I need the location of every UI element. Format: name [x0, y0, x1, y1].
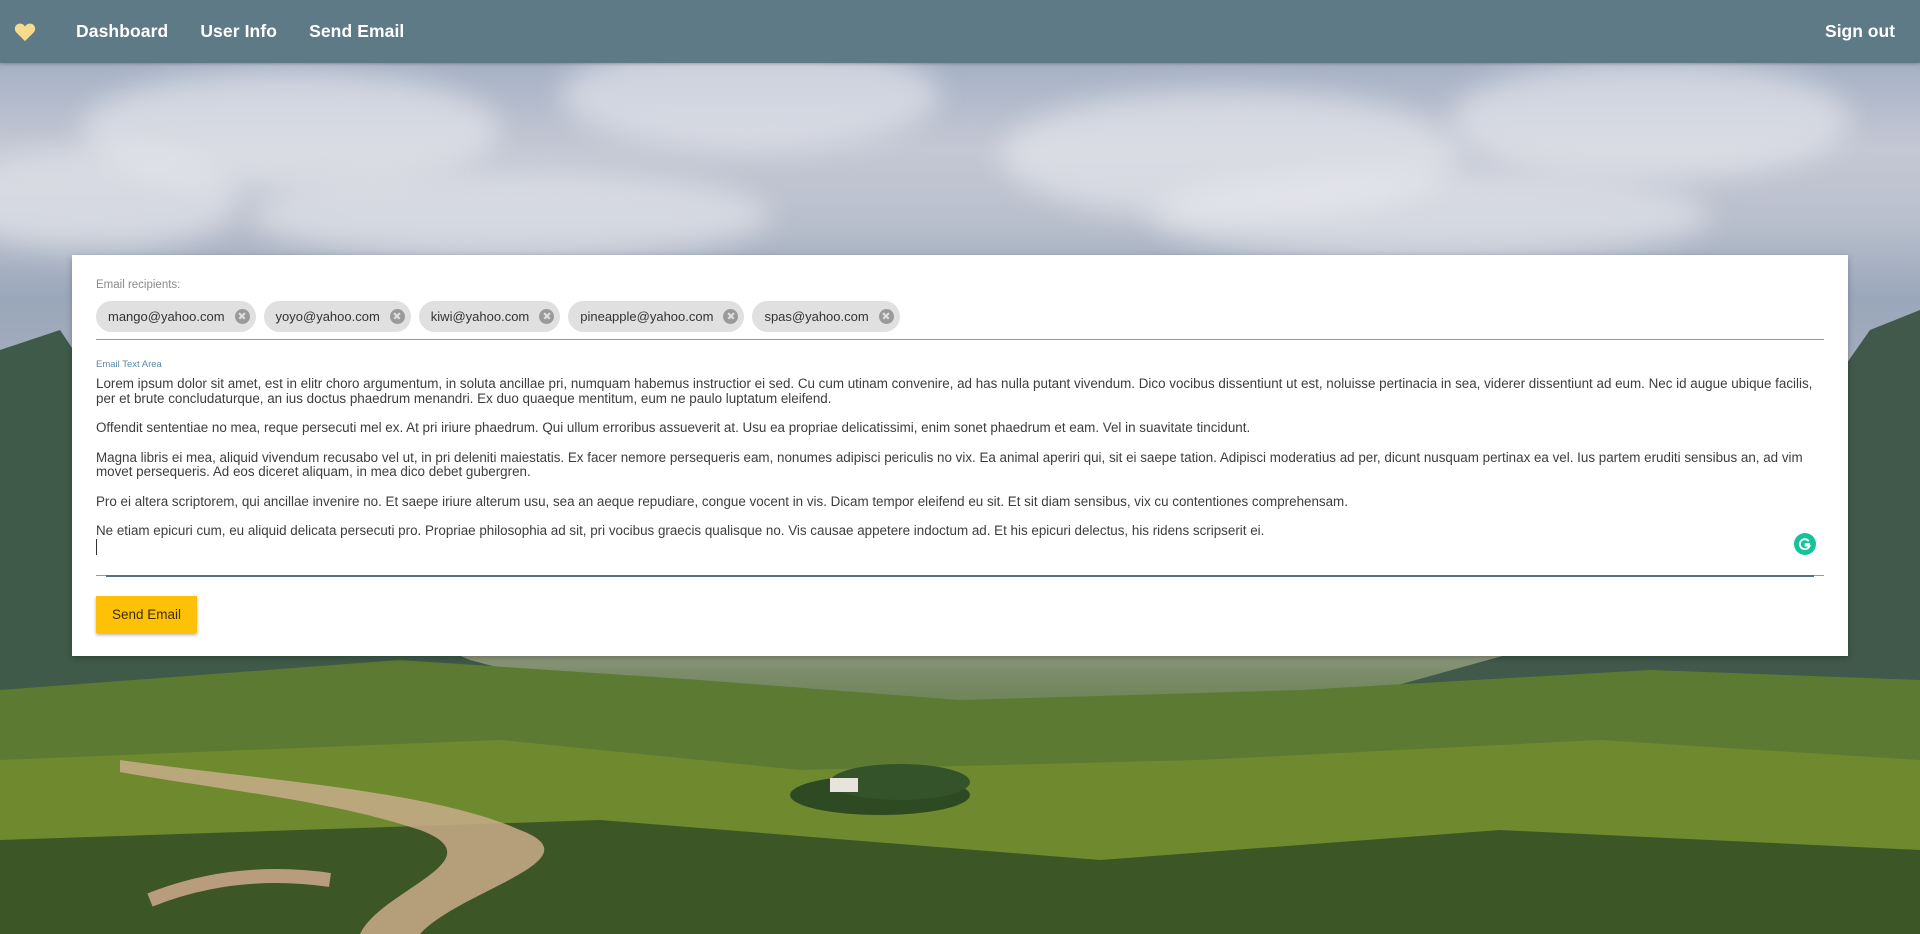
sign-out-link[interactable]: Sign out: [1825, 21, 1895, 42]
recipient-chip-label: spas@yahoo.com: [764, 308, 869, 324]
close-circle-icon[interactable]: [723, 308, 739, 324]
recipient-chip-label: pineapple@yahoo.com: [580, 308, 714, 324]
recipient-chip-label: yoyo@yahoo.com: [275, 308, 380, 324]
recipients-label: Email recipients:: [96, 279, 181, 291]
close-circle-icon[interactable]: [878, 308, 894, 324]
email-paragraph: Pro ei altera scriptorem, qui ancillae i…: [96, 493, 1348, 509]
textarea-focus-underline: [106, 575, 1814, 577]
email-textarea[interactable]: Lorem ipsum dolor sit amet, est in elitr…: [96, 376, 1824, 563]
close-circle-icon[interactable]: [389, 308, 405, 324]
recipients-chip-input[interactable]: mango@yahoo.com yoyo@yahoo.com kiwi@yaho…: [96, 300, 1824, 340]
close-circle-icon[interactable]: [234, 308, 250, 324]
recipient-chip: pineapple@yahoo.com: [568, 300, 745, 332]
recipient-chip: kiwi@yahoo.com: [418, 300, 561, 332]
recipient-chip-label: kiwi@yahoo.com: [430, 308, 530, 324]
email-paragraph: Ne etiam epicuri cum, eu aliquid delicat…: [96, 523, 1265, 538]
send-email-button[interactable]: Send Email: [96, 596, 197, 633]
close-circle-icon[interactable]: [539, 308, 555, 324]
email-paragraph: Magna libris ei mea, aliquid vivendum re…: [96, 449, 1803, 479]
send-email-card: Email recipients: mango@yahoo.com yoyo@y…: [72, 255, 1848, 656]
text-caret: [96, 538, 97, 555]
email-textarea-label: Email Text Area: [96, 359, 162, 370]
nav-user-info-link[interactable]: User Info: [200, 21, 277, 42]
email-paragraph: Lorem ipsum dolor sit amet, est in elitr…: [96, 376, 1813, 406]
nav-dashboard-link[interactable]: Dashboard: [76, 21, 168, 42]
heart-icon[interactable]: [14, 20, 42, 44]
recipient-chip: mango@yahoo.com: [96, 300, 256, 332]
email-paragraph: Offendit sententiae no mea, reque persec…: [96, 420, 1251, 435]
recipient-chip: spas@yahoo.com: [752, 300, 900, 332]
recipient-chip: yoyo@yahoo.com: [263, 300, 411, 332]
grammarly-icon[interactable]: [1794, 533, 1816, 555]
email-textarea-wrapper: Lorem ipsum dolor sit amet, est in elitr…: [96, 376, 1824, 577]
top-navbar: Dashboard User Info Send Email Sign out: [0, 0, 1920, 63]
recipient-chip-label: mango@yahoo.com: [108, 308, 225, 324]
nav-send-email-link[interactable]: Send Email: [309, 21, 404, 42]
